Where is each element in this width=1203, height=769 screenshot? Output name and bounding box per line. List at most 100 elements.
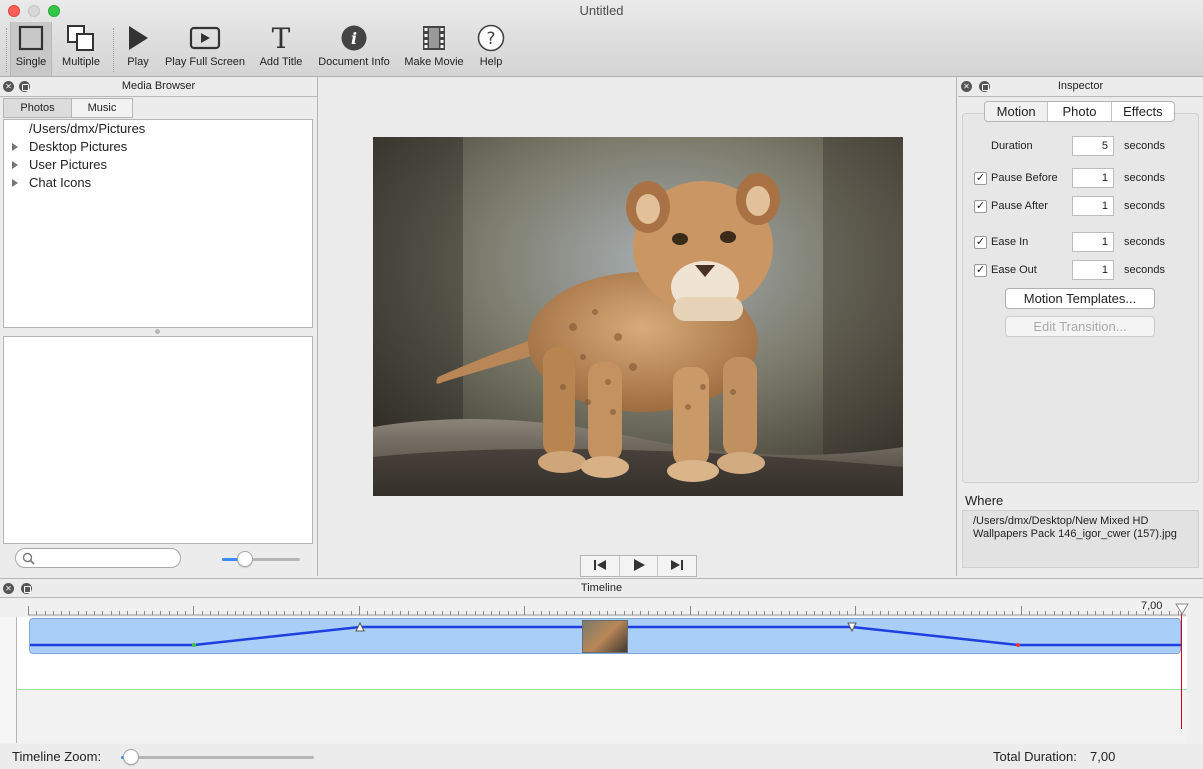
checkmark-icon: ✓	[975, 264, 986, 276]
keyframe-end[interactable]	[1016, 643, 1020, 647]
transport-controls	[580, 555, 697, 577]
help-label: Help	[479, 56, 503, 68]
media-search-input[interactable]	[38, 551, 176, 565]
tab-photo[interactable]: Photo	[1048, 102, 1112, 121]
tab-photos[interactable]: Photos	[3, 98, 72, 118]
close-panel-icon[interactable]: ✕	[3, 583, 14, 594]
media-browser-tabs: Photos Music	[3, 98, 133, 118]
play-label: Play	[127, 56, 149, 68]
play-full-screen-button[interactable]: Play Full Screen	[162, 22, 248, 76]
tree-item-label: Desktop Pictures	[29, 139, 128, 154]
split-view-handle[interactable]	[155, 329, 160, 334]
media-browser-title: Media Browser	[121, 80, 196, 92]
ease-in-unit: seconds	[1124, 236, 1165, 248]
detach-panel-icon[interactable]	[21, 583, 32, 594]
inspector-header: ✕ Inspector	[958, 77, 1203, 97]
play-button[interactable]: Play	[120, 22, 156, 76]
playhead[interactable]	[1181, 606, 1182, 729]
single-label: Single	[15, 56, 47, 68]
transport-play-button[interactable]	[620, 556, 659, 576]
slider-knob[interactable]	[123, 749, 139, 765]
ease-out-checkbox[interactable]: ✓	[974, 264, 987, 277]
inspector-title: Inspector	[1057, 80, 1104, 92]
tree-item-pictures[interactable]: /Users/dmx/Pictures	[4, 120, 312, 138]
pause-after-checkbox[interactable]: ✓	[974, 200, 987, 213]
tree-item-label: User Pictures	[29, 157, 108, 172]
tree-item-label: /Users/dmx/Pictures	[29, 121, 146, 136]
disclosure-triangle-icon[interactable]	[12, 179, 18, 187]
tree-item-label: Chat Icons	[29, 175, 92, 190]
slide-photo	[373, 137, 903, 496]
detach-panel-icon[interactable]	[19, 81, 30, 92]
svg-text:?: ?	[486, 29, 495, 49]
tree-item-user-pictures[interactable]: User Pictures	[4, 156, 312, 174]
single-button[interactable]: Single	[10, 22, 52, 76]
detach-panel-icon[interactable]	[979, 81, 990, 92]
slider-knob[interactable]	[237, 551, 253, 567]
media-browser-header: ✕ Media Browser	[0, 77, 317, 97]
timeline-ruler	[28, 606, 1186, 616]
document-info-label: Document Info	[318, 56, 390, 68]
make-movie-label: Make Movie	[404, 56, 464, 68]
window-close-button[interactable]	[8, 5, 20, 17]
tab-music[interactable]: Music	[71, 98, 133, 118]
timeline-header: ✕ Timeline	[0, 578, 1203, 598]
folder-tree: /Users/dmx/Pictures Desktop Pictures Use…	[3, 119, 313, 328]
checkmark-icon: ✓	[975, 236, 986, 248]
audio-track	[17, 689, 1187, 743]
skip-back-icon	[593, 559, 607, 574]
window-zoom-button[interactable]	[48, 5, 60, 17]
pause-before-unit: seconds	[1124, 172, 1165, 184]
close-panel-icon[interactable]: ✕	[961, 81, 972, 92]
timeline-title: Timeline	[580, 582, 623, 594]
window-title: Untitled	[579, 3, 624, 18]
disclosure-triangle-icon[interactable]	[12, 143, 18, 151]
ease-in-label: Ease In	[991, 236, 1029, 248]
inspector-tabs: Motion Photo Effects	[984, 101, 1175, 122]
end-time-label: 7,00	[1141, 600, 1163, 612]
tab-effects[interactable]: Effects	[1112, 102, 1174, 121]
tree-item-desktop-pictures[interactable]: Desktop Pictures	[4, 138, 312, 156]
play-icon	[632, 558, 646, 575]
where-path: /Users/dmx/Desktop/New Mixed HD Wallpape…	[962, 510, 1199, 568]
thumbnail-size-slider[interactable]	[222, 551, 300, 567]
add-title-icon: T	[271, 22, 291, 55]
disclosure-triangle-icon[interactable]	[12, 161, 18, 169]
skip-back-button[interactable]	[581, 556, 620, 576]
skip-forward-button[interactable]	[658, 556, 696, 576]
keyframe-start[interactable]	[192, 643, 196, 647]
make-movie-button[interactable]: Make Movie	[401, 22, 467, 76]
tab-motion[interactable]: Motion	[985, 102, 1049, 121]
checkmark-icon: ✓	[975, 172, 986, 184]
timeline-zoom-label: Timeline Zoom:	[12, 749, 102, 764]
ease-out-unit: seconds	[1124, 264, 1165, 276]
slide-clip[interactable]	[29, 618, 1182, 654]
pause-after-field[interactable]: 1	[1072, 196, 1114, 216]
document-info-button[interactable]: i Document Info	[315, 22, 393, 76]
edit-transition-button[interactable]: Edit Transition...	[1005, 316, 1155, 337]
tree-item-chat-icons[interactable]: Chat Icons	[4, 174, 312, 192]
ease-in-checkbox[interactable]: ✓	[974, 236, 987, 249]
duration-field[interactable]: 5	[1072, 136, 1114, 156]
multiple-icon	[66, 24, 96, 55]
play-icon	[126, 24, 150, 55]
window-minimize-button[interactable]	[28, 5, 40, 17]
ease-out-field[interactable]: 1	[1072, 260, 1114, 280]
motion-templates-button[interactable]: Motion Templates...	[1005, 288, 1155, 309]
where-heading: Where	[965, 493, 1004, 508]
playhead-handle-icon[interactable]	[1175, 603, 1189, 618]
skip-forward-icon	[670, 559, 684, 574]
media-search-field[interactable]	[15, 548, 181, 568]
close-panel-icon[interactable]: ✕	[3, 81, 14, 92]
add-title-button[interactable]: T Add Title	[255, 22, 307, 76]
help-button[interactable]: ? Help	[473, 22, 509, 76]
pause-before-checkbox[interactable]: ✓	[974, 172, 987, 185]
ease-in-field[interactable]: 1	[1072, 232, 1114, 252]
add-title-label: Add Title	[259, 56, 303, 68]
svg-text:i: i	[351, 29, 357, 48]
search-icon	[22, 552, 35, 568]
pause-before-field[interactable]: 1	[1072, 168, 1114, 188]
ease-out-label: Ease Out	[991, 264, 1037, 276]
multiple-button[interactable]: Multiple	[56, 22, 106, 76]
timeline-zoom-slider[interactable]	[121, 749, 314, 765]
